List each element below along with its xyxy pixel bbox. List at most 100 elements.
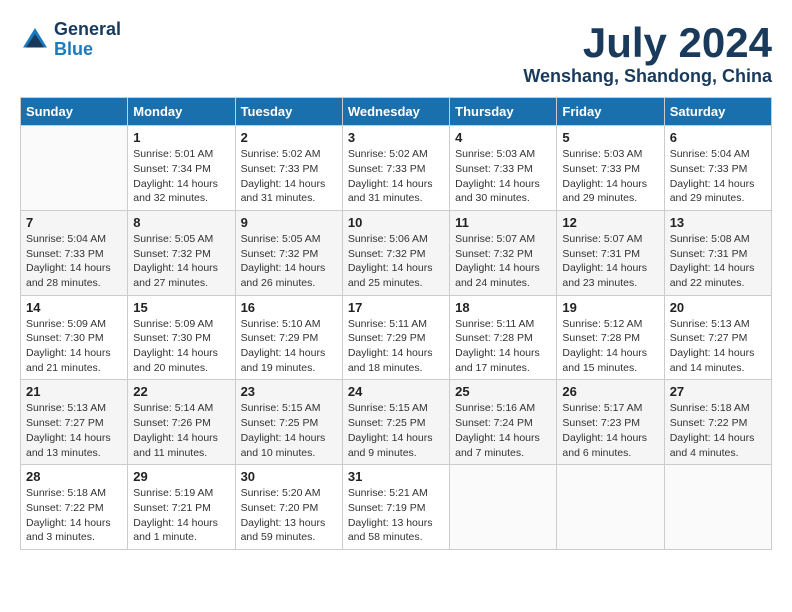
- day-info: Sunrise: 5:18 AM Sunset: 7:22 PM Dayligh…: [670, 401, 766, 460]
- calendar-cell: 29 Sunrise: 5:19 AM Sunset: 7:21 PM Dayli…: [128, 465, 235, 550]
- day-info: Sunrise: 5:08 AM Sunset: 7:31 PM Dayligh…: [670, 232, 766, 291]
- calendar-cell: 20 Sunrise: 5:13 AM Sunset: 7:27 PM Dayli…: [664, 295, 771, 380]
- day-info: Sunrise: 5:07 AM Sunset: 7:32 PM Dayligh…: [455, 232, 551, 291]
- calendar-cell: 12 Sunrise: 5:07 AM Sunset: 7:31 PM Dayli…: [557, 210, 664, 295]
- day-info: Sunrise: 5:02 AM Sunset: 7:33 PM Dayligh…: [241, 147, 337, 206]
- calendar-cell: 5 Sunrise: 5:03 AM Sunset: 7:33 PM Daylig…: [557, 126, 664, 211]
- page-header: General Blue July 2024 Wenshang, Shandon…: [20, 20, 772, 87]
- calendar-header-tuesday: Tuesday: [235, 98, 342, 126]
- day-number: 2: [241, 130, 337, 145]
- calendar-cell: 25 Sunrise: 5:16 AM Sunset: 7:24 PM Dayli…: [450, 380, 557, 465]
- day-info: Sunrise: 5:13 AM Sunset: 7:27 PM Dayligh…: [670, 317, 766, 376]
- day-info: Sunrise: 5:21 AM Sunset: 7:19 PM Dayligh…: [348, 486, 444, 545]
- day-number: 23: [241, 384, 337, 399]
- day-number: 27: [670, 384, 766, 399]
- day-number: 1: [133, 130, 229, 145]
- day-number: 13: [670, 215, 766, 230]
- day-info: Sunrise: 5:20 AM Sunset: 7:20 PM Dayligh…: [241, 486, 337, 545]
- day-info: Sunrise: 5:12 AM Sunset: 7:28 PM Dayligh…: [562, 317, 658, 376]
- calendar-cell: 31 Sunrise: 5:21 AM Sunset: 7:19 PM Dayli…: [342, 465, 449, 550]
- calendar-cell: [557, 465, 664, 550]
- day-info: Sunrise: 5:05 AM Sunset: 7:32 PM Dayligh…: [241, 232, 337, 291]
- calendar-cell: 17 Sunrise: 5:11 AM Sunset: 7:29 PM Dayli…: [342, 295, 449, 380]
- day-info: Sunrise: 5:03 AM Sunset: 7:33 PM Dayligh…: [562, 147, 658, 206]
- day-number: 4: [455, 130, 551, 145]
- day-info: Sunrise: 5:07 AM Sunset: 7:31 PM Dayligh…: [562, 232, 658, 291]
- title-block: July 2024 Wenshang, Shandong, China: [523, 20, 772, 87]
- calendar-cell: 22 Sunrise: 5:14 AM Sunset: 7:26 PM Dayli…: [128, 380, 235, 465]
- day-number: 10: [348, 215, 444, 230]
- calendar-cell: 21 Sunrise: 5:13 AM Sunset: 7:27 PM Dayli…: [21, 380, 128, 465]
- calendar-cell: 23Sunrise: 5:15 AM Sunset: 7:25 PM Dayli…: [235, 380, 342, 465]
- calendar-header-sunday: Sunday: [21, 98, 128, 126]
- day-info: Sunrise: 5:10 AM Sunset: 7:29 PM Dayligh…: [241, 317, 337, 376]
- day-info: Sunrise: 5:16 AM Sunset: 7:24 PM Dayligh…: [455, 401, 551, 460]
- day-info: Sunrise: 5:11 AM Sunset: 7:28 PM Dayligh…: [455, 317, 551, 376]
- calendar-cell: 1 Sunrise: 5:01 AM Sunset: 7:34 PM Daylig…: [128, 126, 235, 211]
- day-number: 21: [26, 384, 122, 399]
- calendar-cell: 24 Sunrise: 5:15 AM Sunset: 7:25 PM Dayli…: [342, 380, 449, 465]
- day-info: Sunrise: 5:06 AM Sunset: 7:32 PM Dayligh…: [348, 232, 444, 291]
- calendar-cell: 4 Sunrise: 5:03 AM Sunset: 7:33 PM Daylig…: [450, 126, 557, 211]
- calendar-table: SundayMondayTuesdayWednesdayThursdayFrid…: [20, 97, 772, 550]
- calendar-cell: 19 Sunrise: 5:12 AM Sunset: 7:28 PM Dayli…: [557, 295, 664, 380]
- day-info: Sunrise: 5:09 AM Sunset: 7:30 PM Dayligh…: [133, 317, 229, 376]
- calendar-cell: 16 Sunrise: 5:10 AM Sunset: 7:29 PM Dayli…: [235, 295, 342, 380]
- calendar-header-thursday: Thursday: [450, 98, 557, 126]
- day-number: 16: [241, 300, 337, 315]
- calendar-cell: 6 Sunrise: 5:04 AM Sunset: 7:33 PM Daylig…: [664, 126, 771, 211]
- day-number: 5: [562, 130, 658, 145]
- calendar-cell: 18 Sunrise: 5:11 AM Sunset: 7:28 PM Dayli…: [450, 295, 557, 380]
- day-number: 30: [241, 469, 337, 484]
- day-info: Sunrise: 5:04 AM Sunset: 7:33 PM Dayligh…: [670, 147, 766, 206]
- day-info: Sunrise: 5:05 AM Sunset: 7:32 PM Dayligh…: [133, 232, 229, 291]
- month-title: July 2024: [523, 20, 772, 66]
- day-info: Sunrise: 5:01 AM Sunset: 7:34 PM Dayligh…: [133, 147, 229, 206]
- day-info: Sunrise: 5:11 AM Sunset: 7:29 PM Dayligh…: [348, 317, 444, 376]
- day-info: Sunrise: 5:19 AM Sunset: 7:21 PM Dayligh…: [133, 486, 229, 545]
- day-number: 17: [348, 300, 444, 315]
- day-info: Sunrise: 5:14 AM Sunset: 7:26 PM Dayligh…: [133, 401, 229, 460]
- calendar-cell: 9Sunrise: 5:05 AM Sunset: 7:32 PM Daylig…: [235, 210, 342, 295]
- day-info: Sunrise: 5:17 AM Sunset: 7:23 PM Dayligh…: [562, 401, 658, 460]
- day-number: 31: [348, 469, 444, 484]
- calendar-cell: 13 Sunrise: 5:08 AM Sunset: 7:31 PM Dayli…: [664, 210, 771, 295]
- day-number: 11: [455, 215, 551, 230]
- calendar-cell: 30 Sunrise: 5:20 AM Sunset: 7:20 PM Dayli…: [235, 465, 342, 550]
- day-number: 3: [348, 130, 444, 145]
- day-number: 26: [562, 384, 658, 399]
- day-number: 24: [348, 384, 444, 399]
- day-number: 19: [562, 300, 658, 315]
- day-info: Sunrise: 5:02 AM Sunset: 7:33 PM Dayligh…: [348, 147, 444, 206]
- day-info: Sunrise: 5:15 AM Sunset: 7:25 PM Dayligh…: [348, 401, 444, 460]
- calendar-cell: 27 Sunrise: 5:18 AM Sunset: 7:22 PM Dayli…: [664, 380, 771, 465]
- day-info: Sunrise: 5:13 AM Sunset: 7:27 PM Dayligh…: [26, 401, 122, 460]
- calendar-cell: 3 Sunrise: 5:02 AM Sunset: 7:33 PM Daylig…: [342, 126, 449, 211]
- calendar-header-monday: Monday: [128, 98, 235, 126]
- logo-icon: [20, 25, 50, 55]
- day-number: 8: [133, 215, 229, 230]
- day-number: 15: [133, 300, 229, 315]
- day-number: 6: [670, 130, 766, 145]
- day-number: 14: [26, 300, 122, 315]
- day-number: 7: [26, 215, 122, 230]
- day-info: Sunrise: 5:03 AM Sunset: 7:33 PM Dayligh…: [455, 147, 551, 206]
- day-number: 28: [26, 469, 122, 484]
- day-number: 18: [455, 300, 551, 315]
- calendar-cell: 2 Sunrise: 5:02 AM Sunset: 7:33 PM Daylig…: [235, 126, 342, 211]
- day-number: 12: [562, 215, 658, 230]
- calendar-cell: [21, 126, 128, 211]
- day-number: 29: [133, 469, 229, 484]
- calendar-cell: [450, 465, 557, 550]
- logo: General Blue: [20, 20, 121, 60]
- calendar-cell: 15 Sunrise: 5:09 AM Sunset: 7:30 PM Dayli…: [128, 295, 235, 380]
- calendar-cell: 11 Sunrise: 5:07 AM Sunset: 7:32 PM Dayli…: [450, 210, 557, 295]
- day-number: 20: [670, 300, 766, 315]
- day-number: 22: [133, 384, 229, 399]
- calendar-header-saturday: Saturday: [664, 98, 771, 126]
- logo-text: General Blue: [54, 20, 121, 60]
- day-number: 25: [455, 384, 551, 399]
- calendar-cell: 28Sunrise: 5:18 AM Sunset: 7:22 PM Dayli…: [21, 465, 128, 550]
- calendar-cell: 8 Sunrise: 5:05 AM Sunset: 7:32 PM Daylig…: [128, 210, 235, 295]
- calendar-header-friday: Friday: [557, 98, 664, 126]
